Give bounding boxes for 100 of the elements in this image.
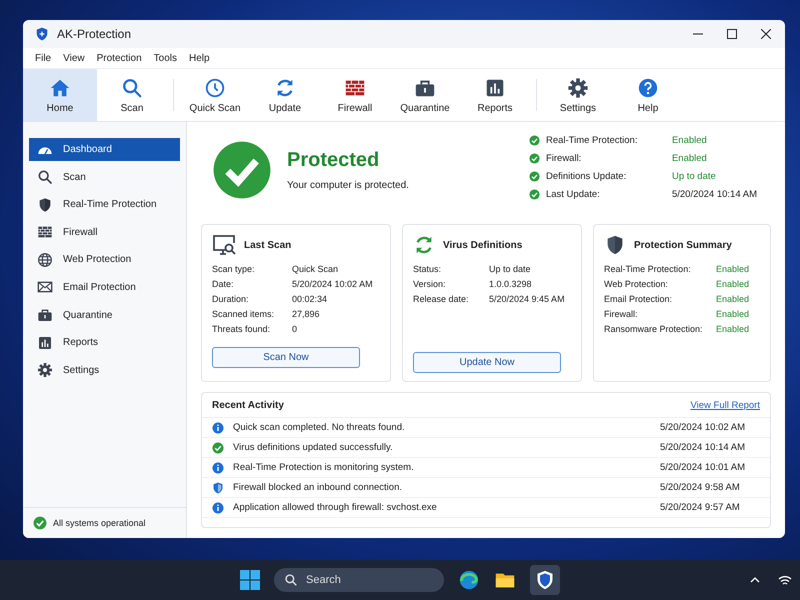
activity-text: Real-Time Protection is monitoring system. — [233, 462, 414, 473]
activity-text: Quick scan completed. No threats found. — [233, 422, 405, 433]
protection-status-title: Protected — [287, 149, 380, 172]
info-icon — [212, 462, 224, 474]
field-label: Release date: — [413, 294, 470, 304]
monitor-magnifier-icon — [212, 233, 236, 257]
globe-icon — [37, 252, 53, 268]
menu-item[interactable]: Protection — [96, 52, 142, 64]
gear-icon — [37, 362, 53, 378]
field-value: 5/20/2024 10:02 AM — [292, 279, 373, 289]
check-circle-icon — [33, 516, 47, 530]
protection-status-subtitle: Your computer is protected. — [287, 180, 409, 191]
activity-time: 5/20/2024 10:14 AM — [660, 442, 746, 453]
field-value: Enabled — [716, 294, 750, 304]
check-circle-icon — [528, 152, 540, 164]
field-value: Enabled — [716, 324, 750, 334]
field-label: Scan type: — [212, 264, 256, 274]
status-text: All systems operational — [53, 518, 146, 528]
field-label: Status: — [413, 264, 442, 274]
status-label: Last Update: — [546, 188, 601, 200]
envelope-icon — [37, 279, 53, 296]
menu-item[interactable]: Help — [189, 52, 210, 64]
start-icon[interactable] — [240, 570, 260, 590]
toolbar-button[interactable]: Update — [250, 69, 320, 121]
menu-item[interactable]: File — [35, 52, 52, 64]
activity-text: Application allowed through firewall: svchost.exe — [233, 502, 437, 513]
field-value: Up to date — [489, 264, 531, 274]
toolbar-button[interactable]: Reports — [460, 69, 530, 121]
check-circle-icon — [528, 170, 540, 182]
status-value: Up to date — [672, 170, 716, 182]
status-label: Real-Time Protection: — [546, 134, 638, 146]
magnifier-icon — [121, 76, 143, 98]
activity-time: 5/20/2024 10:02 AM — [660, 422, 746, 433]
question-icon — [637, 76, 659, 98]
field-label: Date: — [212, 279, 235, 289]
field-label: Threats found: — [212, 324, 272, 334]
check-circle-icon — [211, 139, 273, 201]
shield-icon — [535, 570, 555, 590]
sidebar-item[interactable]: Email Protection — [29, 276, 180, 299]
check-circle-icon — [528, 134, 540, 146]
toolbar-button[interactable]: Quick Scan — [180, 69, 250, 121]
sidebar-item[interactable]: Dashboard — [29, 138, 180, 161]
field-label: Email Protection: — [604, 294, 674, 304]
sidebar-item[interactable]: Firewall — [29, 220, 180, 244]
activity-time: 5/20/2024 9:57 AM — [660, 502, 741, 513]
chevron-up-icon[interactable] — [750, 577, 760, 583]
toolbar-button[interactable]: Help — [613, 69, 683, 121]
brick-wall-icon — [37, 224, 53, 240]
activity-time: 5/20/2024 10:01 AM — [660, 462, 746, 473]
toolbar-button[interactable]: Firewall — [320, 69, 390, 121]
toolbox-icon — [37, 307, 53, 324]
bar-chart-icon — [37, 334, 53, 351]
status-value: 5/20/2024 10:14 AM — [672, 188, 757, 200]
field-value: 27,896 — [292, 309, 320, 319]
sidebar-item[interactable]: Settings — [29, 358, 180, 382]
field-label: Firewall: — [604, 309, 639, 319]
view-full-report-link[interactable]: View Full Report — [690, 400, 760, 410]
window-title: AK-Protection — [57, 27, 132, 41]
sidebar-item[interactable]: Web Protection — [29, 248, 180, 272]
shield-icon — [37, 196, 53, 213]
shield-icon — [35, 27, 49, 41]
status-label: Firewall: — [546, 152, 582, 164]
menu-item[interactable]: Tools — [154, 52, 178, 64]
update-now-button[interactable]: Update Now — [413, 352, 561, 373]
shield-icon — [212, 482, 224, 494]
info-icon — [212, 502, 224, 514]
sidebar-item[interactable]: Quarantine — [29, 304, 180, 327]
sidebar-item[interactable]: Scan — [29, 166, 180, 189]
field-value: Quick Scan — [292, 264, 338, 274]
search-field[interactable]: Search — [274, 568, 444, 592]
card-title: Last Scan — [244, 240, 292, 250]
field-value: 00:02:34 — [292, 294, 328, 304]
browser-icon[interactable] — [458, 569, 480, 591]
toolbar-button[interactable]: Quarantine — [390, 69, 460, 121]
wifi-icon[interactable] — [778, 574, 792, 586]
field-label: Duration: — [212, 294, 250, 304]
status-value: Enabled — [672, 152, 707, 164]
activity-text: Firewall blocked an inbound connection. — [233, 482, 402, 493]
field-value: 0 — [292, 324, 298, 334]
check-circle-icon — [212, 442, 224, 454]
sidebar-item[interactable]: Real-Time Protection — [29, 193, 180, 216]
sidebar-item[interactable]: Reports — [29, 331, 180, 354]
card-title: Protection Summary — [634, 240, 732, 250]
scan-now-button[interactable]: Scan Now — [212, 347, 360, 368]
toolbar-button[interactable]: Scan — [97, 69, 167, 121]
field-value: Enabled — [716, 264, 750, 274]
menu-item[interactable]: View — [63, 52, 85, 64]
field-value: Enabled — [716, 309, 750, 319]
panel-title: Recent Activity — [212, 400, 284, 410]
field-value: 5/20/2024 9:45 AM — [489, 294, 565, 304]
maximize-icon[interactable] — [727, 29, 737, 39]
magnifier-icon — [37, 169, 53, 186]
toolbar-button[interactable]: Home — [23, 69, 97, 121]
taskbar-app-button[interactable] — [530, 565, 560, 595]
toolbar-button[interactable]: Settings — [543, 69, 613, 121]
card-title: Virus Definitions — [443, 240, 522, 250]
activity-time: 5/20/2024 9:58 AM — [660, 482, 741, 493]
close-icon[interactable] — [761, 29, 771, 39]
field-label: Ransomware Protection: — [604, 324, 704, 334]
field-value: Enabled — [716, 279, 750, 289]
